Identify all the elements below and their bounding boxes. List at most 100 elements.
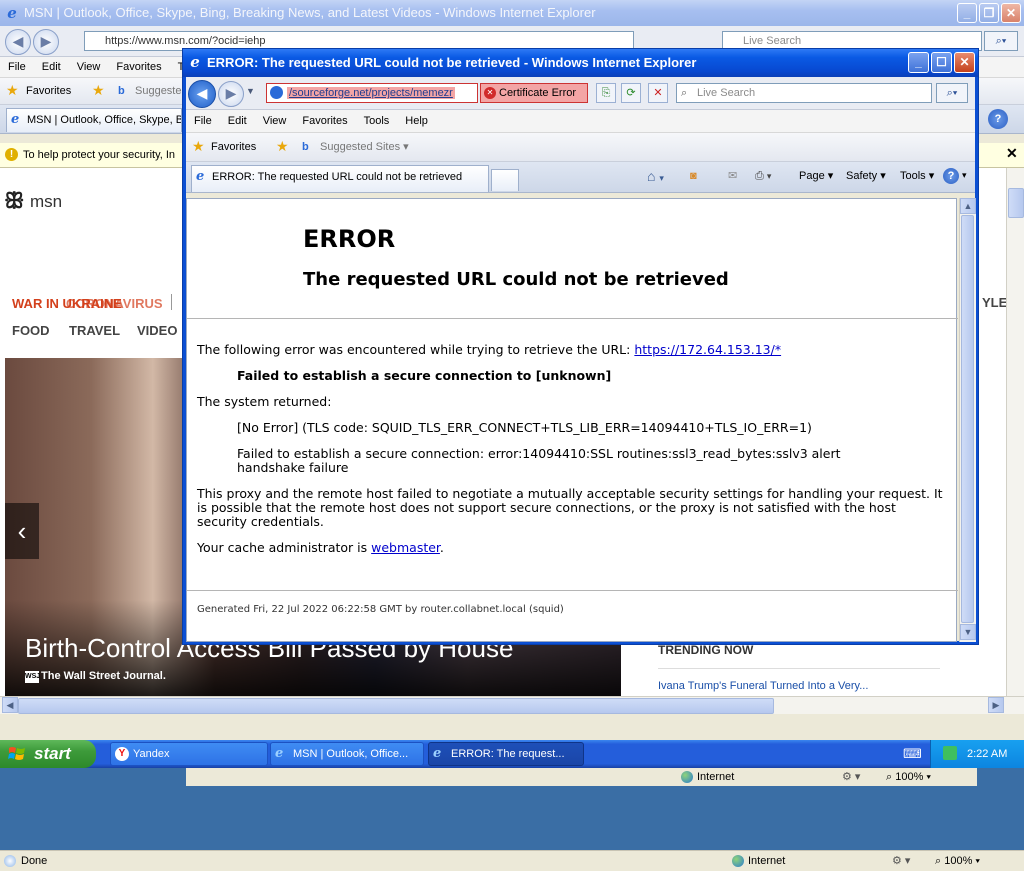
minimize-button[interactable]: _ (908, 52, 929, 73)
scroll-down-button[interactable]: ▼ (960, 624, 976, 640)
infobar-close-icon[interactable]: ✕ (1006, 145, 1018, 162)
back-button[interactable]: ◀ (188, 80, 216, 108)
search-go-button[interactable]: ⌕▾ (936, 83, 968, 103)
close-button[interactable]: ✕ (954, 52, 975, 73)
help-dropdown-icon[interactable]: ▾ (962, 170, 967, 181)
msn-vertical-scrollbar[interactable] (1006, 168, 1024, 696)
close-button[interactable]: ✕ (1001, 3, 1021, 23)
error-window-title: ERROR: The requested URL could not be re… (207, 55, 697, 70)
suggested-sites-button[interactable]: Suggeste (135, 78, 181, 104)
nav-food[interactable]: FOOD (12, 323, 50, 338)
status-text: Done (21, 855, 48, 867)
ticker-coronavirus[interactable]: CORONAVIRUS (66, 296, 163, 311)
squid-footer: Generated Fri, 22 Jul 2022 06:22:58 GMT … (197, 604, 564, 615)
forward-button[interactable]: ▶ (218, 81, 244, 107)
restore-button[interactable]: ❐ (979, 3, 999, 23)
msn-window-title: MSN | Outlook, Office, Skype, Bing, Brea… (24, 5, 596, 20)
add-favorite-icon[interactable]: ★ (92, 82, 105, 99)
error-browser-window: e ERROR: The requested URL could not be … (182, 48, 979, 786)
error-url-link[interactable]: https://172.64.153.13/* (634, 342, 781, 357)
page-icon (270, 86, 283, 99)
tools-menu[interactable]: Tools ▾ (900, 162, 934, 190)
scroll-left-button[interactable]: ◀ (2, 697, 18, 713)
menu-view[interactable]: View (69, 57, 109, 77)
page-status-icon (4, 855, 16, 867)
start-button[interactable]: start (0, 740, 96, 768)
certificate-error-button[interactable]: ✕ Certificate Error (480, 83, 588, 103)
suggested-sites-button[interactable]: Suggested Sites ▾ (320, 133, 409, 161)
clock[interactable]: 2:22 AM (967, 740, 1007, 768)
zone-indicator: Internet (681, 768, 734, 786)
favorites-button[interactable]: Favorites (211, 133, 256, 161)
error-vertical-scrollbar[interactable]: ▲ ▼ (959, 198, 976, 642)
zoom-control[interactable]: ⌕ 100% ▾ (886, 768, 931, 786)
minimize-button[interactable]: _ (957, 3, 977, 23)
tab-msn-label: MSN | Outlook, Office, Skype, B (27, 114, 182, 126)
help-icon[interactable]: ? (943, 168, 959, 184)
network-icon[interactable] (943, 746, 957, 760)
nav-lifestyle[interactable]: YLE (982, 295, 1006, 310)
back-button[interactable]: ◀ (5, 29, 31, 55)
protected-mode-icon[interactable]: ⚙ ▾ (842, 768, 860, 786)
read-mail-icon[interactable]: ✉ (728, 162, 737, 190)
zoom-control[interactable]: ⌕ 100% ▾ (935, 851, 980, 871)
menu-view[interactable]: View (255, 110, 295, 132)
msn-horizontal-scrollbar[interactable]: ◀ ▶ (0, 696, 1024, 714)
scroll-thumb[interactable] (961, 215, 974, 623)
add-favorite-icon[interactable]: ★ (276, 138, 289, 155)
msn-logo[interactable]: msn (30, 192, 62, 212)
feeds-icon[interactable]: ◙ (690, 162, 697, 190)
menu-file[interactable]: File (0, 57, 34, 77)
msn-scroll-thumb[interactable] (1008, 188, 1024, 218)
bing-icon: b (302, 141, 309, 153)
menu-edit[interactable]: Edit (34, 57, 69, 77)
search-go-button[interactable]: ⌕▾ (984, 31, 1018, 51)
favorites-button[interactable]: Favorites (26, 78, 71, 104)
menu-help[interactable]: Help (397, 110, 436, 132)
forward-button[interactable]: ▶ (33, 29, 59, 55)
nav-travel[interactable]: TRAVEL (69, 323, 120, 338)
nav-video[interactable]: VIDEO (137, 323, 177, 338)
error-window-titlebar[interactable]: e ERROR: The requested URL could not be … (183, 49, 978, 77)
taskbar-item-error[interactable]: e ERROR: The request... (428, 742, 584, 766)
menu-file[interactable]: File (186, 110, 220, 132)
address-text: https://www.msn.com/?ocid=iehp (105, 35, 266, 47)
menu-edit[interactable]: Edit (220, 110, 255, 132)
suggested-sites-label: Suggested Sites (320, 141, 401, 153)
msn-hscroll-thumb[interactable] (18, 698, 774, 714)
print-icon[interactable]: ⎙ ▾ (755, 162, 771, 190)
page-menu[interactable]: Page ▾ (799, 162, 833, 190)
menu-favorites[interactable]: Favorites (108, 57, 169, 77)
ie-icon: e (190, 53, 200, 71)
maximize-button[interactable]: ☐ (931, 52, 952, 73)
trending-item[interactable]: Ivana Trump's Funeral Turned Into a Very… (658, 680, 868, 692)
tab-msn[interactable]: e MSN | Outlook, Office, Skype, B (6, 108, 182, 132)
new-tab-button[interactable] (491, 169, 519, 191)
tab-error[interactable]: e ERROR: The requested URL could not be … (191, 165, 489, 192)
home-icon[interactable]: ⌂ ▾ (647, 162, 664, 192)
scroll-right-button[interactable]: ▶ (988, 697, 1004, 713)
menu-tools[interactable]: Tools (356, 110, 398, 132)
help-icon[interactable]: ? (988, 109, 1008, 129)
keyboard-icon[interactable]: ⌨ (903, 746, 922, 762)
taskbar-item-yandex[interactable]: Y Yandex (110, 742, 268, 766)
recent-pages-icon[interactable]: ▼ (246, 86, 255, 96)
refresh-icon[interactable]: ⟳ (621, 83, 641, 103)
webmaster-link[interactable]: webmaster (371, 540, 440, 555)
taskbar-item-msn[interactable]: e MSN | Outlook, Office... (270, 742, 424, 766)
scroll-up-button[interactable]: ▲ (960, 198, 976, 214)
safety-menu[interactable]: Safety ▾ (846, 162, 886, 190)
safety-menu-label: Safety (846, 170, 878, 182)
protected-mode-icon[interactable]: ⚙ ▾ (892, 851, 910, 871)
stop-icon[interactable]: ✕ (648, 83, 668, 103)
ssl-error-line2: handshake failure (237, 460, 349, 475)
error-favorites-bar: ★ Favorites ★ b Suggested Sites ▾ (186, 133, 975, 162)
menu-favorites[interactable]: Favorites (294, 110, 355, 132)
error-statusbar: Internet ⚙ ▾ ⌕ 100% ▾ (186, 767, 977, 786)
carousel-prev-button[interactable]: ‹ (5, 503, 39, 559)
msn-window-titlebar[interactable]: e MSN | Outlook, Office, Skype, Bing, Br… (0, 0, 1024, 26)
search-input[interactable]: ⌕ Live Search (676, 83, 932, 103)
infobar-text: To help protect your security, In (23, 149, 176, 161)
address-bar[interactable]: /sourceforge.net/projects/memezr (266, 83, 478, 103)
compatibility-view-icon[interactable]: ⎘ (596, 83, 616, 103)
